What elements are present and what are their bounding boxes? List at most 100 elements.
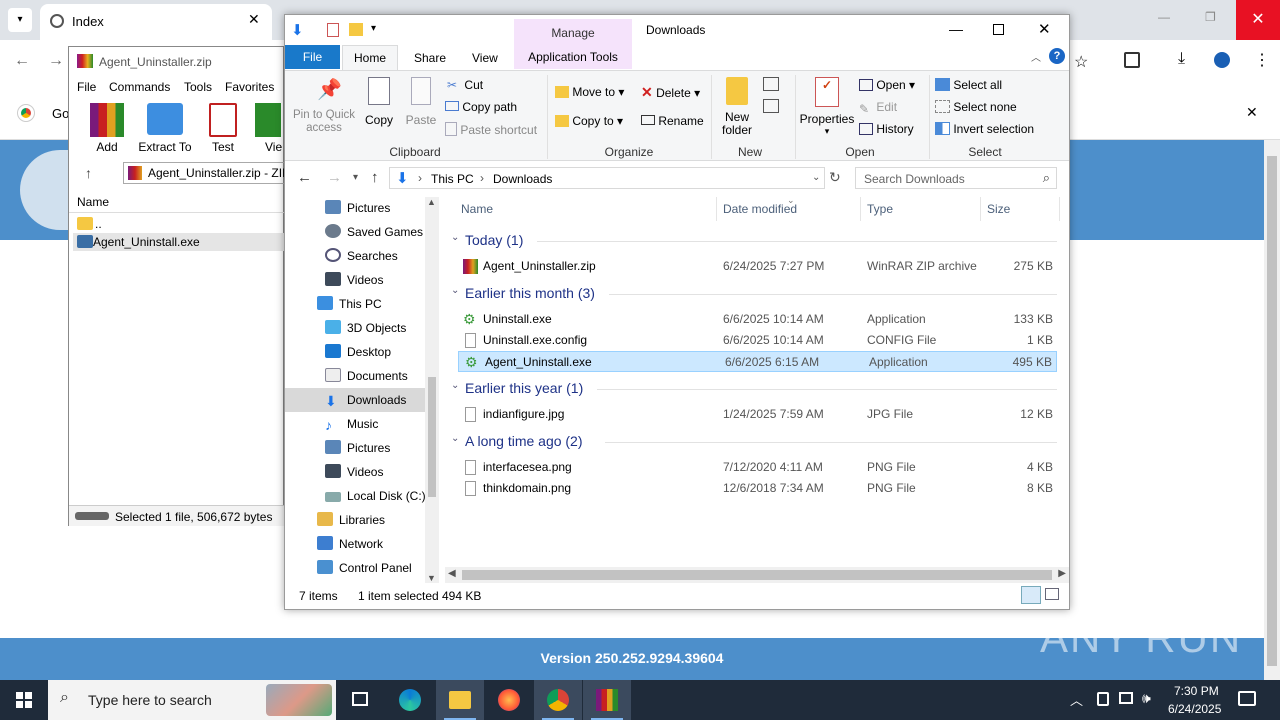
invert-selection-button[interactable]: Invert selection bbox=[935, 122, 1034, 136]
new-item-icon[interactable] bbox=[763, 77, 779, 91]
breadcrumb-downloads[interactable]: Downloads bbox=[493, 172, 552, 186]
nav-pictures[interactable]: Pictures bbox=[325, 196, 390, 220]
address-dropdown-icon[interactable]: ⌄ bbox=[812, 172, 820, 183]
winrar-view-button[interactable]: Vie bbox=[255, 103, 285, 154]
nav-documents[interactable]: Documents bbox=[325, 364, 408, 388]
tab-home[interactable]: Home bbox=[342, 45, 398, 71]
winrar-path-field[interactable]: Agent_Uninstaller.zip - ZIP bbox=[123, 162, 285, 184]
table-row[interactable]: ⚙ Uninstall.exe 6/6/2025 10:14 AM Applicati… bbox=[457, 309, 1057, 330]
nav-saved-games[interactable]: Saved Games bbox=[325, 220, 423, 244]
winrar-taskbar-button[interactable] bbox=[583, 680, 631, 720]
group-chevron-icon[interactable]: ⌄ bbox=[451, 232, 459, 243]
network-icon[interactable] bbox=[1119, 692, 1133, 704]
download-icon[interactable]: ⤓ bbox=[1178, 50, 1185, 68]
refresh-icon[interactable]: ↻ bbox=[829, 169, 841, 186]
nav-searches[interactable]: Searches bbox=[325, 244, 398, 268]
group-header-today[interactable]: Today (1) bbox=[465, 232, 1057, 248]
list-item[interactable]: .. bbox=[73, 215, 285, 233]
table-row[interactable]: interfacesea.png 7/12/2020 4:11 AM PNG Fil… bbox=[457, 457, 1057, 478]
profile-icon[interactable] bbox=[1214, 52, 1230, 68]
menu-commands[interactable]: Commands bbox=[109, 80, 170, 94]
security-icon[interactable] bbox=[1097, 692, 1109, 706]
browser-tab[interactable]: Index ✕ bbox=[40, 4, 272, 40]
nav-pictures-2[interactable]: Pictures bbox=[325, 436, 390, 460]
clock-date[interactable]: 6/24/2025 bbox=[1168, 702, 1221, 716]
page-scrollbar[interactable] bbox=[1264, 140, 1280, 680]
edge-taskbar-button[interactable] bbox=[386, 680, 434, 720]
table-row[interactable]: indianfigure.jpg 1/24/2025 7:59 AM JPG Fil… bbox=[457, 404, 1057, 425]
forward-arrow-icon[interactable]: → bbox=[327, 169, 342, 186]
qa-dropdown-icon[interactable]: ▾ bbox=[371, 23, 376, 34]
up-arrow-icon[interactable]: ↑ bbox=[85, 165, 92, 181]
winrar-column-name[interactable]: Name bbox=[69, 191, 285, 213]
copy-button[interactable]: Copy bbox=[361, 77, 397, 127]
horizontal-scrollbar[interactable]: ◀ ▶ bbox=[445, 567, 1069, 583]
group-chevron-icon[interactable]: ⌄ bbox=[451, 285, 459, 296]
volume-icon[interactable]: 🕪 bbox=[1142, 690, 1151, 707]
manage-tab[interactable]: Manage bbox=[514, 19, 632, 45]
up-arrow-icon[interactable]: ↑ bbox=[371, 169, 379, 186]
maximize-icon[interactable] bbox=[993, 24, 1004, 35]
task-view-button[interactable] bbox=[336, 680, 384, 720]
rename-button[interactable]: Rename bbox=[641, 114, 704, 128]
group-chevron-icon[interactable]: ⌄ bbox=[451, 433, 459, 444]
taskbar-search-box[interactable]: ⌕ Type here to search bbox=[48, 680, 336, 720]
details-view-icon[interactable] bbox=[1021, 586, 1041, 604]
edit-button[interactable]: ✎ Edit bbox=[859, 100, 897, 116]
group-chevron-icon[interactable]: ⌄ bbox=[451, 380, 459, 391]
extensions-icon[interactable] bbox=[1124, 52, 1140, 68]
windows-start-icon[interactable] bbox=[16, 692, 32, 708]
nav-local-disk[interactable]: Local Disk (C:) bbox=[325, 484, 426, 508]
paste-shortcut-button[interactable]: Paste shortcut bbox=[445, 122, 537, 137]
nav-3d-objects[interactable]: 3D Objects bbox=[325, 316, 406, 340]
quick-access-down-icon[interactable]: ⬇ bbox=[291, 21, 304, 39]
recent-dropdown-icon[interactable]: ▾ bbox=[353, 172, 358, 183]
back-arrow-icon[interactable]: ← bbox=[14, 52, 30, 70]
nav-network[interactable]: Network bbox=[317, 532, 383, 556]
group-header-long-time-ago[interactable]: A long time ago (2) bbox=[465, 433, 1057, 449]
minimize-icon[interactable]: — bbox=[949, 21, 963, 37]
properties-qa-icon[interactable] bbox=[327, 23, 339, 37]
clock-time[interactable]: 7:30 PM bbox=[1174, 684, 1219, 698]
pin-quick-access-button[interactable]: 📌 Pin to Quick access bbox=[289, 77, 359, 135]
history-button[interactable]: History bbox=[859, 122, 914, 136]
minimize-icon[interactable]: — bbox=[1158, 10, 1170, 24]
list-item[interactable]: Agent_Uninstall.exe bbox=[73, 233, 285, 251]
delete-button[interactable]: ✕ Delete ▾ bbox=[641, 84, 700, 101]
forward-arrow-icon[interactable]: → bbox=[48, 52, 64, 70]
copy-path-button[interactable]: Copy path bbox=[445, 100, 517, 114]
group-header-earlier-this-year[interactable]: Earlier this year (1) bbox=[465, 380, 1057, 396]
nav-music[interactable]: ♪ Music bbox=[325, 412, 378, 436]
tab-search-button[interactable]: ▾ bbox=[8, 8, 32, 32]
star-icon[interactable]: ☆ bbox=[1074, 52, 1088, 72]
tab-application-tools[interactable]: Application Tools bbox=[514, 45, 632, 69]
large-icons-view-icon[interactable] bbox=[1045, 588, 1059, 600]
table-row[interactable]: Agent_Uninstaller.zip 6/24/2025 7:27 PM Wi… bbox=[457, 256, 1057, 277]
address-bar[interactable]: ⬇ › This PC › Downloads ⌄ bbox=[389, 167, 825, 189]
show-hidden-icons-icon[interactable]: ︿ bbox=[1070, 690, 1083, 709]
breadcrumb-this-pc[interactable]: This PC bbox=[431, 172, 474, 186]
copy-to-button[interactable]: Copy to ▾ bbox=[555, 114, 623, 128]
file-explorer-taskbar-button[interactable] bbox=[436, 680, 484, 720]
collapse-ribbon-icon[interactable]: ︿ bbox=[1031, 49, 1041, 64]
open-button[interactable]: Open ▾ bbox=[859, 78, 915, 92]
restore-icon[interactable]: ❐ bbox=[1205, 10, 1216, 24]
table-row[interactable]: Uninstall.exe.config 6/6/2025 10:14 AM CON… bbox=[457, 330, 1057, 351]
menu-favorites[interactable]: Favorites bbox=[225, 80, 274, 94]
menu-file[interactable]: File bbox=[77, 80, 96, 94]
select-all-button[interactable]: Select all bbox=[935, 78, 1002, 92]
nav-control-panel[interactable]: Control Panel bbox=[317, 556, 412, 580]
select-none-button[interactable]: Select none bbox=[935, 100, 1017, 114]
nav-scrollbar[interactable]: ▲ ▼ bbox=[425, 197, 439, 583]
menu-tools[interactable]: Tools bbox=[184, 80, 212, 94]
tab-file[interactable]: File bbox=[285, 45, 340, 69]
group-header-earlier-this-month[interactable]: Earlier this month (3) bbox=[465, 285, 1057, 301]
winrar-add-button[interactable]: Add bbox=[87, 103, 127, 154]
table-row[interactable]: thinkdomain.png 12/6/2018 7:34 AM PNG File… bbox=[457, 478, 1057, 499]
new-folder-button[interactable]: New folder bbox=[717, 77, 757, 137]
column-type[interactable]: Type bbox=[867, 202, 893, 216]
column-name[interactable]: Name bbox=[461, 202, 493, 216]
notification-icon[interactable] bbox=[1238, 691, 1256, 706]
tab-share[interactable]: Share bbox=[414, 51, 446, 65]
close-infobar-icon[interactable]: ✕ bbox=[1246, 104, 1258, 121]
